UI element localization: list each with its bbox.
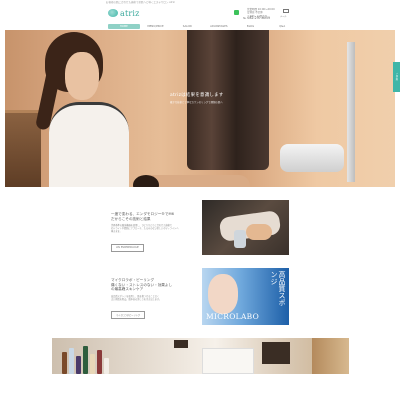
reservation-side-tab[interactable]: ご予約 bbox=[393, 62, 400, 92]
dark-box bbox=[262, 342, 290, 364]
salon-interior-photo bbox=[52, 338, 349, 374]
wall-frame bbox=[174, 340, 188, 348]
section-title-line: の最高峰スキンケア bbox=[111, 287, 144, 292]
endermologie-button[interactable]: LPG ENDERMOLOGIE bbox=[111, 244, 144, 252]
nav-item-qa[interactable]: Q&A bbox=[266, 24, 298, 29]
section-body-line: 導きます。 bbox=[111, 230, 122, 234]
bottle bbox=[69, 348, 74, 374]
nav-item-menu-price[interactable]: MENU/PRICE bbox=[140, 24, 172, 29]
bottle bbox=[83, 346, 88, 374]
section-body-line: 古い角質を除去。肌本来の美しさを引き出します。 bbox=[111, 297, 162, 301]
hero-title: atrizは結果を意識します bbox=[170, 93, 224, 98]
header-tagline: お客様の肌に合わせた施術で美肌へと導くエステサロン atriz bbox=[106, 1, 175, 4]
microlabo-button[interactable]: マイクロラボピーリング bbox=[111, 310, 146, 320]
section-title: マイクロラボ・ピーリング 痛くない・ストレスのない・効果よし の最高峰スキンケア bbox=[111, 278, 193, 292]
section-body: 世界基準の痩身機器を使用し、ひとりひとりに合わせた施術で セルライトや脂肪にアプ… bbox=[111, 224, 193, 233]
logo-text: atriz bbox=[120, 8, 140, 18]
bottle bbox=[90, 354, 95, 374]
microlabo-section: マイクロラボ・ピーリング 痛くない・ストレスのない・効果よし の最高峰スキンケア… bbox=[111, 278, 193, 320]
bottle bbox=[97, 350, 102, 374]
banner-brand: MICROLABO bbox=[206, 312, 260, 321]
section-title: 一度で変わる、エンダモロジー®でM6 だからこその技術と結果 bbox=[111, 212, 193, 221]
hero-machine-head bbox=[280, 144, 344, 172]
hero-therapist-face bbox=[65, 52, 99, 100]
product-bottles bbox=[62, 342, 122, 374]
logo-icon bbox=[108, 9, 118, 17]
photo-hand bbox=[246, 224, 272, 240]
nav-item-salon[interactable]: SALON bbox=[171, 24, 203, 29]
bottle bbox=[62, 352, 67, 374]
line-icon[interactable] bbox=[234, 10, 239, 15]
photo-device bbox=[234, 230, 246, 248]
hero-machine-arm bbox=[347, 42, 355, 182]
nav-item-home[interactable]: HOME bbox=[108, 24, 140, 29]
hero-shelf bbox=[5, 110, 41, 113]
endermologie-photo bbox=[202, 200, 289, 255]
endermologie-section: 一度で変わる、エンダモロジー®でM6 だからこその技術と結果 世界基準の痩身機器… bbox=[111, 212, 193, 252]
hero-caption: atrizは結果を意識します 確かな技術と丁寧なカウンセリングで理想の肌へ bbox=[170, 92, 260, 104]
nav-item-advantages[interactable]: ADVANTAGES bbox=[203, 24, 235, 29]
bottle bbox=[76, 356, 81, 374]
nav-item-blog[interactable]: BLOG bbox=[235, 24, 267, 29]
wood-panel bbox=[312, 338, 349, 374]
microlabo-banner: 高品質スポンジ MICROLABO bbox=[202, 268, 289, 325]
section-body: 高品質スポンジを使用し、肌を傷つけることなく 古い角質を除去。肌本来の美しさを引… bbox=[111, 295, 193, 301]
section-title-line: だからこその技術と結果 bbox=[111, 216, 151, 221]
main-nav: HOME MENU/PRICE SALON ADVANTAGES BLOG Q&… bbox=[108, 24, 298, 29]
banner-jp-text: 高品質スポンジ bbox=[270, 271, 286, 306]
mail-label[interactable]: メール bbox=[280, 14, 287, 18]
mail-icon[interactable] bbox=[283, 9, 289, 13]
hero-banner: atrizは結果を意識します 確かな技術と丁寧なカウンセリングで理想の肌へ bbox=[5, 30, 395, 187]
banner-model-face bbox=[208, 274, 238, 314]
site-logo[interactable]: atriz bbox=[108, 6, 146, 20]
hero-therapist-uniform bbox=[49, 102, 129, 187]
hero-subtitle: 確かな技術と丁寧なカウンセリングで理想の肌へ bbox=[170, 101, 223, 104]
white-cabinet bbox=[202, 348, 254, 374]
header-phone[interactable]: ℡ 082-237-6059 bbox=[243, 16, 270, 20]
bottle bbox=[104, 358, 109, 374]
